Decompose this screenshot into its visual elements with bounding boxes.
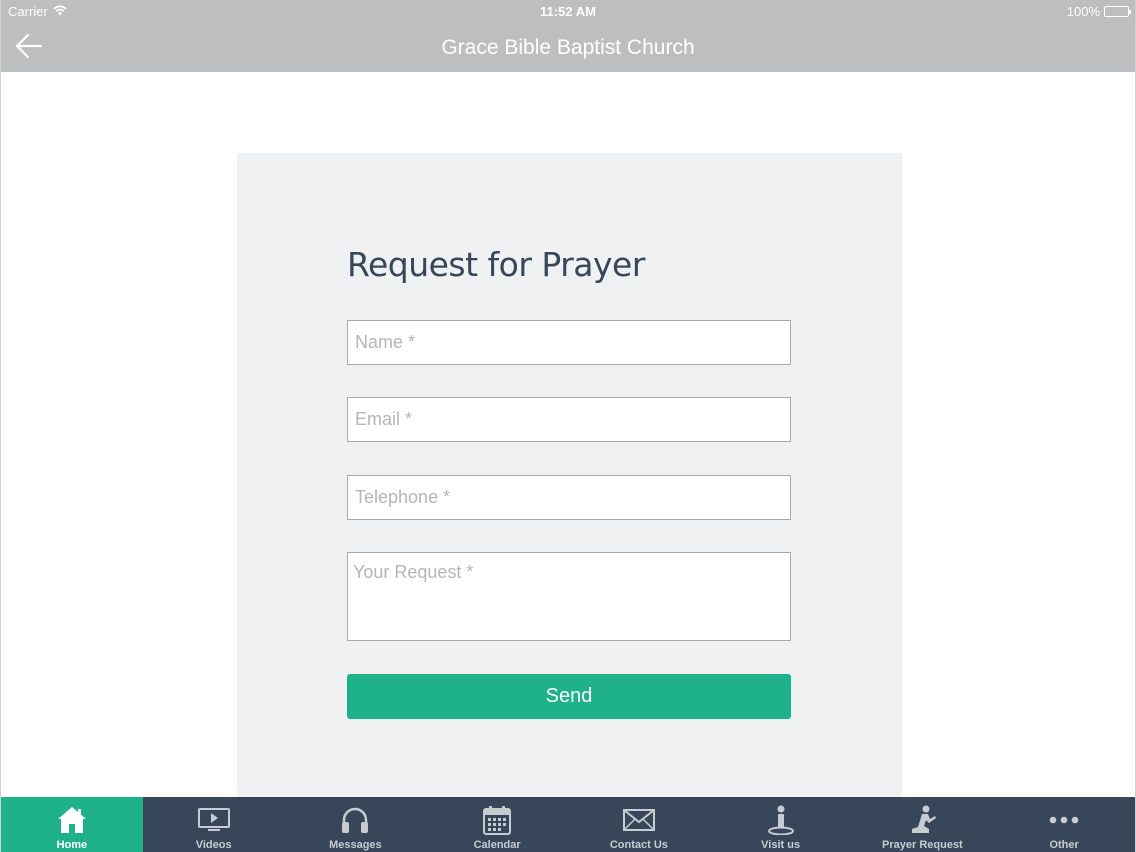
- tab-label: Visit us: [761, 839, 801, 851]
- tab-bar: Home Videos Messages Calendar Contact Us…: [1, 797, 1135, 852]
- header: Carrier 11:52 AM 100% Grace Bible Baptis…: [1, 0, 1135, 72]
- calendar-icon: [480, 803, 514, 837]
- nav-bar: Grace Bible Baptist Church: [1, 24, 1135, 72]
- tab-calendar[interactable]: Calendar: [426, 797, 568, 852]
- praying-person-icon: [905, 803, 939, 837]
- headphones-icon: [338, 803, 372, 837]
- tab-videos[interactable]: Videos: [143, 797, 285, 852]
- video-icon: [197, 803, 231, 837]
- tab-home[interactable]: Home: [1, 797, 143, 852]
- tab-other[interactable]: Other: [993, 797, 1135, 852]
- status-bar: Carrier 11:52 AM 100%: [1, 0, 1135, 24]
- form-title: Request for Prayer: [347, 245, 645, 284]
- status-time: 11:52 AM: [540, 4, 596, 19]
- home-icon: [55, 803, 89, 837]
- tab-visit-us[interactable]: Visit us: [710, 797, 852, 852]
- tab-label: Contact Us: [609, 839, 668, 851]
- tab-label: Videos: [195, 839, 232, 851]
- tab-label: Home: [56, 839, 88, 851]
- telephone-field[interactable]: [347, 475, 791, 520]
- battery-indicator: 100%: [1066, 4, 1131, 19]
- prayer-request-form: Request for Prayer Send: [237, 153, 902, 798]
- battery-percent: 100%: [1066, 4, 1100, 19]
- tab-prayer-request[interactable]: Prayer Request: [852, 797, 994, 852]
- envelope-icon: [622, 803, 656, 837]
- tab-label: Calendar: [473, 839, 521, 851]
- tab-messages[interactable]: Messages: [285, 797, 427, 852]
- tab-label: Messages: [329, 839, 382, 851]
- email-field[interactable]: [347, 397, 791, 442]
- battery-icon: [1104, 6, 1131, 17]
- tab-label: Prayer Request: [882, 839, 963, 851]
- page-title: Grace Bible Baptist Church: [441, 36, 695, 59]
- app-window: Carrier 11:52 AM 100% Grace Bible Baptis…: [0, 0, 1136, 852]
- send-button[interactable]: Send: [347, 674, 791, 719]
- request-field[interactable]: [347, 552, 791, 641]
- name-field[interactable]: [347, 320, 791, 365]
- tab-contact-us[interactable]: Contact Us: [568, 797, 710, 852]
- info-person-icon: [764, 803, 798, 837]
- more-icon: [1047, 803, 1081, 837]
- tab-label: Other: [1049, 839, 1079, 851]
